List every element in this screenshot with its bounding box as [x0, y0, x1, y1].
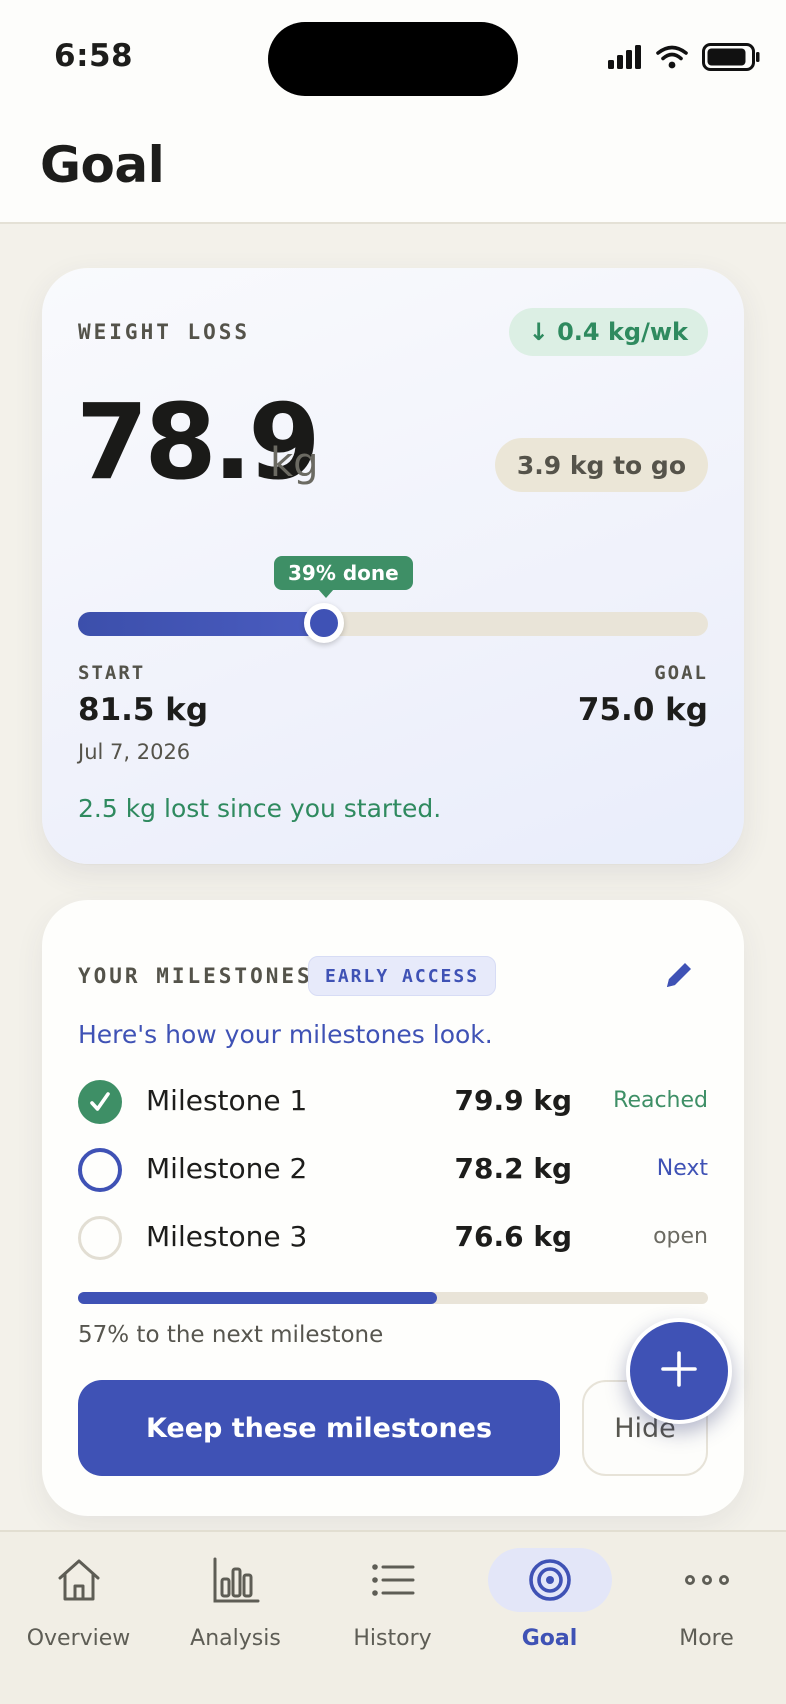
milestone-progress-bar [78, 1292, 708, 1304]
nav-item-goal[interactable]: Goal [471, 1532, 628, 1672]
nav-label-analysis: Analysis [190, 1626, 281, 1651]
remaining-badge: 3.9 kg to go [494, 438, 708, 492]
target-icon [487, 1548, 612, 1612]
start-date: Jul 7, 2026 [78, 740, 191, 764]
milestone-value: 76.6 kg [454, 1220, 573, 1253]
goal-weight-value: 75.0 kg [577, 692, 708, 728]
goal-label: GOAL [654, 662, 708, 684]
milestone-status: Next [656, 1156, 708, 1181]
milestone-row[interactable]: Milestone 1 79.9 kg Reached [78, 1078, 708, 1128]
nav-item-analysis[interactable]: Analysis [157, 1532, 314, 1672]
bar-chart-icon [206, 1552, 266, 1608]
milestones-intro: Here's how your milestones look. [78, 1020, 493, 1049]
page-title: Goal [40, 136, 165, 194]
weekly-rate-badge: ↓ 0.4 kg/wk [508, 308, 708, 356]
wifi-icon [656, 45, 688, 73]
pencil-icon [662, 958, 696, 996]
empty-circle-icon [78, 1216, 122, 1260]
more-icon [677, 1552, 737, 1608]
milestone-progress-fill [78, 1292, 438, 1304]
list-icon [363, 1552, 423, 1608]
milestone-status: open [653, 1224, 708, 1249]
nav-label-history: History [353, 1626, 432, 1651]
milestone-row[interactable]: Milestone 3 76.6 kg open [78, 1214, 708, 1264]
check-circle-icon [78, 1080, 122, 1124]
dynamic-island [268, 22, 518, 96]
app-header: Goal [0, 116, 786, 224]
status-bar: 6:58 [0, 0, 786, 116]
nav-label-goal: Goal [521, 1626, 578, 1651]
add-entry-fab[interactable] [626, 1318, 732, 1424]
goal-progress-bar [78, 603, 708, 643]
milestone-row[interactable]: Milestone 2 78.2 kg Next [78, 1146, 708, 1196]
nav-label-overview: Overview [26, 1626, 131, 1651]
start-label: START [78, 662, 146, 684]
goal-progress-knob [303, 603, 344, 643]
goal-progress-fill [78, 612, 324, 636]
milestone-status: Reached [613, 1088, 708, 1113]
battery-icon [702, 43, 760, 75]
edit-milestones-button[interactable] [654, 952, 704, 1002]
cellular-signal-icon [608, 45, 642, 73]
status-icons [608, 43, 760, 75]
milestone-progress-text: 57% to the next milestone [78, 1322, 384, 1348]
weight-loss-eyebrow: WEIGHT LOSS [78, 320, 251, 344]
bottom-navigation: Overview Analysis History Goal More [0, 1530, 786, 1704]
milestone-value: 78.2 kg [454, 1152, 573, 1185]
nav-item-more[interactable]: More [628, 1532, 785, 1672]
milestones-card: YOUR MILESTONES EARLY ACCESS Here's how … [42, 900, 744, 1516]
milestone-value: 79.9 kg [454, 1084, 573, 1117]
status-time: 6:58 [54, 38, 134, 74]
keep-milestones-button[interactable]: Keep these milestones [78, 1380, 560, 1476]
lost-summary-text: 2.5 kg lost since you started. [78, 794, 442, 823]
milestone-name: Milestone 2 [146, 1152, 308, 1185]
progress-tooltip: 39% done [274, 556, 413, 598]
nav-item-overview[interactable]: Overview [0, 1532, 157, 1672]
plus-icon [657, 1347, 701, 1395]
nav-label-more: More [679, 1626, 734, 1651]
early-access-badge: EARLY ACCESS [308, 956, 497, 996]
next-circle-icon [78, 1148, 122, 1192]
milestone-name: Milestone 1 [146, 1084, 308, 1117]
weight-loss-card: WEIGHT LOSS ↓ 0.4 kg/wk 78.9 kg 3.9 kg t… [42, 268, 744, 864]
start-weight-value: 81.5 kg [78, 692, 209, 728]
milestones-eyebrow: YOUR MILESTONES [78, 964, 313, 988]
milestone-name: Milestone 3 [146, 1220, 308, 1253]
nav-item-history[interactable]: History [314, 1532, 471, 1672]
current-weight-unit: kg [270, 440, 319, 486]
home-icon [49, 1552, 109, 1608]
